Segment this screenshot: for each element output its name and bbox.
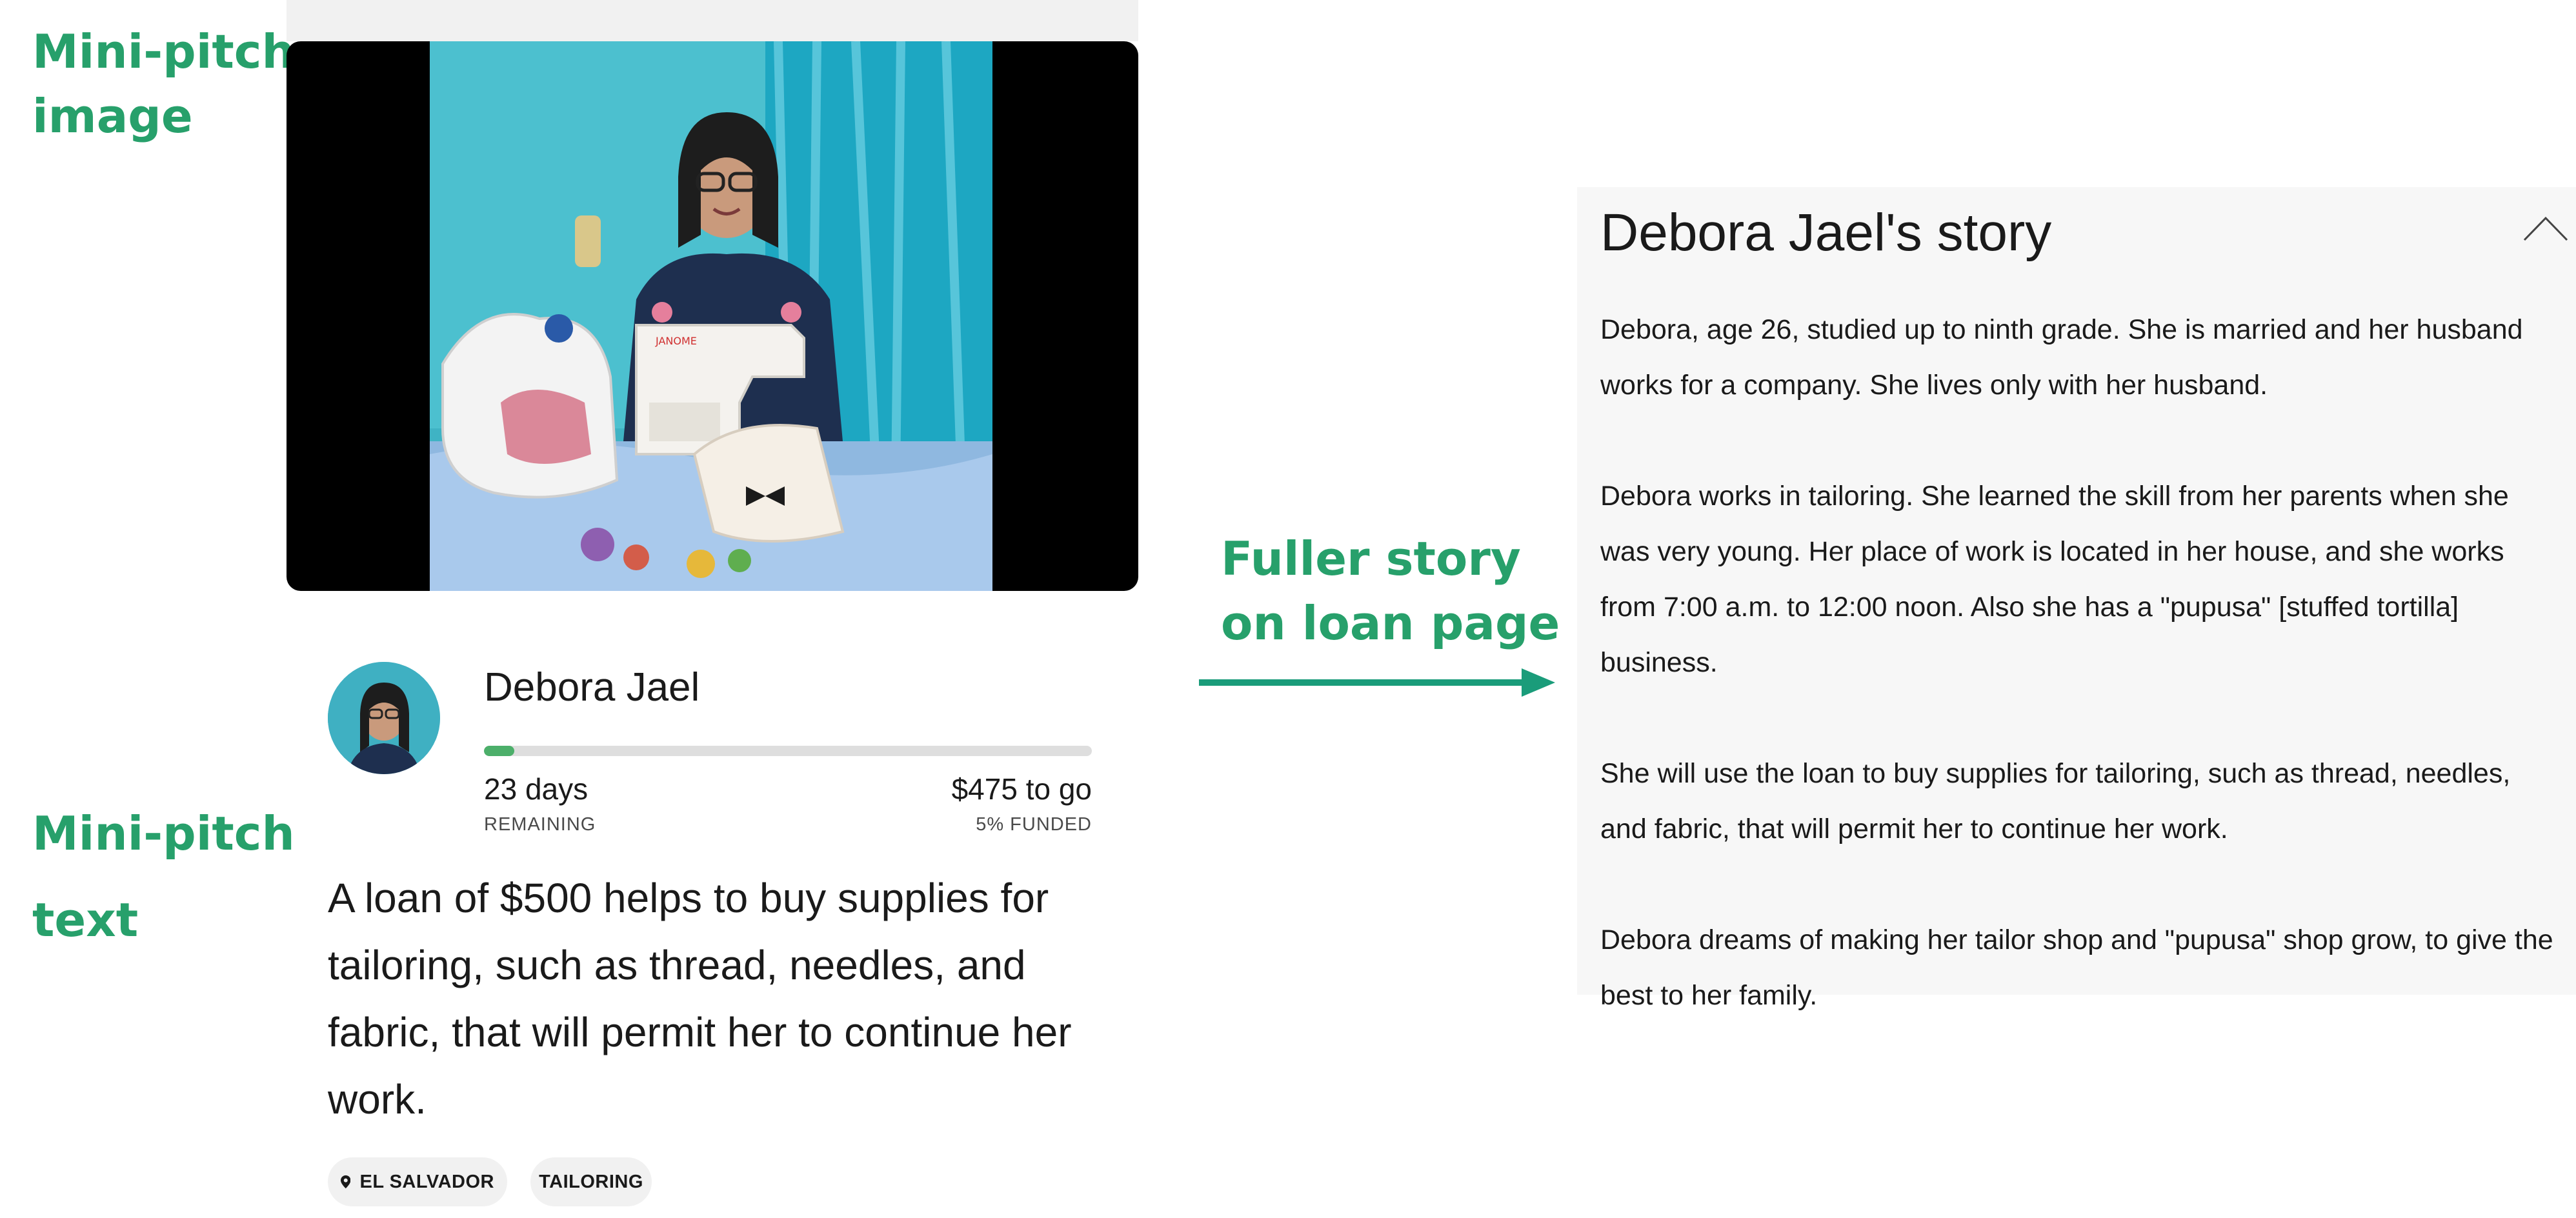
right-arrow-icon <box>1199 668 1555 697</box>
funding-progress-fill <box>484 746 515 756</box>
annotation-line: image <box>32 89 193 143</box>
annotation-line: on loan page <box>1221 596 1560 650</box>
map-pin-icon <box>341 1175 351 1189</box>
avatar-illustration <box>328 662 440 774</box>
annotation-line: text <box>32 893 139 947</box>
annotation-line: Fuller story <box>1221 532 1521 586</box>
card-top-strip <box>287 0 1138 41</box>
location-tag-label: EL SALVADOR <box>359 1171 494 1192</box>
svg-text:JANOME: JANOME <box>655 335 697 347</box>
annotation-fuller-story: Fuller story on loan page <box>1221 526 1560 655</box>
story-paragraph: Debora works in tailoring. She learned t… <box>1600 481 2509 678</box>
funding-progress-bar <box>484 746 1092 756</box>
percent-funded-caption: 5% FUNDED <box>976 814 1092 835</box>
borrower-avatar[interactable] <box>328 662 440 774</box>
borrower-name[interactable]: Debora Jael <box>484 664 699 710</box>
story-body: Debora, age 26, studied up to ninth grad… <box>1600 302 2562 1079</box>
annotation-line: Mini-pitch <box>32 806 295 861</box>
loan-card-image[interactable]: JANOME <box>287 41 1138 591</box>
days-remaining-caption: REMAINING <box>484 814 596 835</box>
annotation-mini-pitch-text: Mini-pitch text <box>32 790 295 963</box>
mini-pitch-text[interactable]: A loan of $500 helps to buy supplies for… <box>328 864 1115 1133</box>
story-paragraph: Debora, age 26, studied up to ninth grad… <box>1600 314 2523 401</box>
chevron-up-icon[interactable] <box>2523 215 2568 241</box>
story-paragraph: She will use the loan to buy supplies fo… <box>1600 758 2511 844</box>
annotation-line: Mini-pitch <box>32 25 295 79</box>
photo-illustration: JANOME <box>430 41 992 591</box>
sector-tag[interactable]: TAILORING <box>530 1157 652 1206</box>
days-remaining-value: 23 days <box>484 772 589 806</box>
story-title: Debora Jael's story <box>1600 203 2052 262</box>
annotation-mini-pitch-image: Mini-pitch image <box>32 19 295 148</box>
story-paragraph: Debora dreams of making her tailor shop … <box>1600 924 2553 1011</box>
borrower-photo: JANOME <box>430 41 992 591</box>
sector-tag-label: TAILORING <box>539 1171 643 1192</box>
amount-to-go-value: $475 to go <box>951 772 1092 806</box>
story-panel: Debora Jael's story Debora, age 26, stud… <box>1577 187 2576 1011</box>
location-tag[interactable]: EL SALVADOR <box>328 1157 507 1206</box>
